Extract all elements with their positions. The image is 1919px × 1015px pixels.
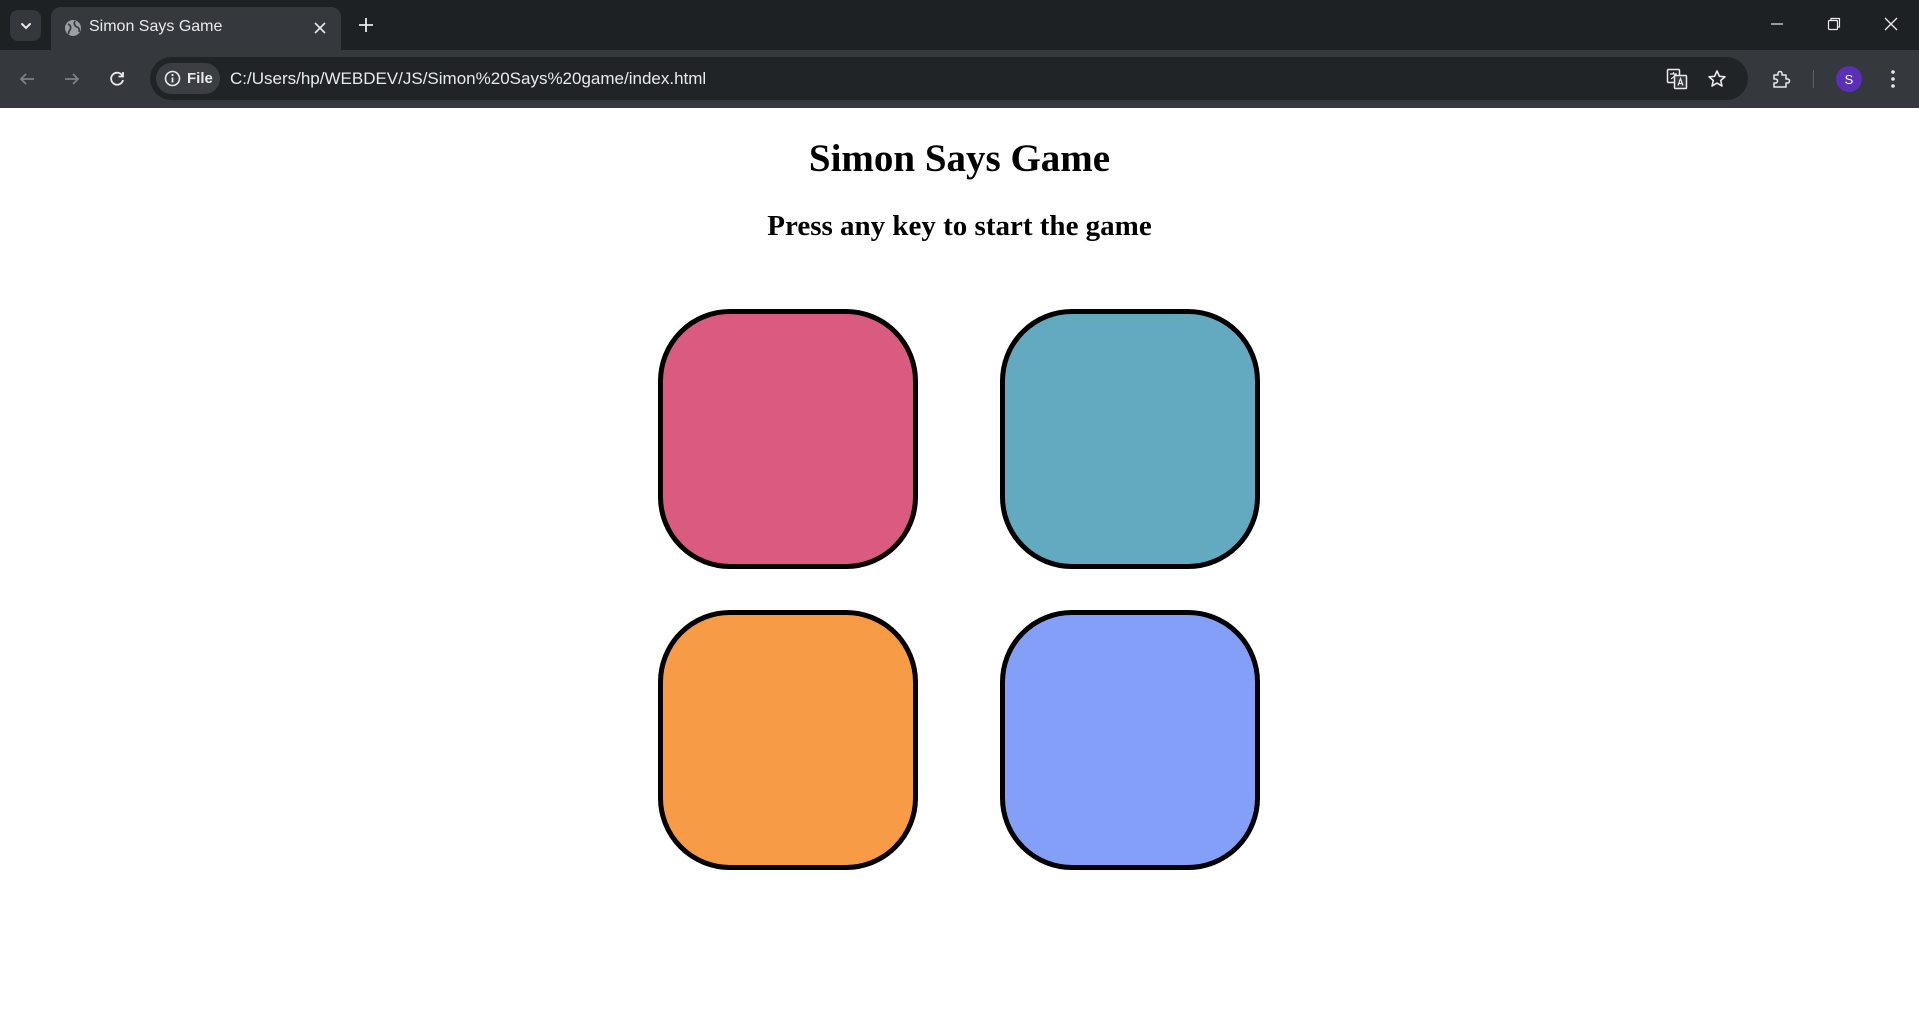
reload-icon bbox=[110, 71, 124, 86]
address-bar[interactable]: File C:/Users/hp/WEBDEV/JS/Simon%20Says%… bbox=[150, 57, 1748, 100]
translate-icon bbox=[1666, 68, 1688, 90]
site-info-label: File bbox=[187, 70, 213, 87]
simon-button-yellow[interactable] bbox=[1000, 309, 1260, 569]
url-text[interactable]: C:/Users/hp/WEBDEV/JS/Simon%20Says%20gam… bbox=[230, 69, 706, 89]
menu-button[interactable] bbox=[1876, 62, 1910, 96]
arrow-right-icon bbox=[65, 73, 80, 85]
simon-button-green[interactable] bbox=[658, 610, 918, 870]
browser-toolbar: File C:/Users/hp/WEBDEV/JS/Simon%20Says%… bbox=[0, 50, 1919, 108]
globe-icon bbox=[65, 20, 81, 36]
page-content: Simon Says Game Press any key to start t… bbox=[0, 108, 1919, 1015]
site-info-chip[interactable]: File bbox=[156, 63, 220, 94]
arrow-left-icon bbox=[19, 73, 34, 85]
translate-button[interactable] bbox=[1663, 65, 1691, 93]
simon-button-red[interactable] bbox=[658, 309, 918, 569]
extensions-button[interactable] bbox=[1764, 62, 1798, 96]
more-vert-icon bbox=[1891, 70, 1895, 88]
tab-close-button[interactable] bbox=[309, 17, 331, 39]
close-window-button[interactable] bbox=[1863, 0, 1919, 48]
minimize-button[interactable] bbox=[1749, 0, 1805, 48]
profile-avatar[interactable]: S bbox=[1836, 66, 1862, 92]
tab-title: Simon Says Game bbox=[89, 18, 223, 35]
forward-button[interactable] bbox=[55, 62, 89, 96]
star-icon bbox=[1708, 70, 1726, 87]
restore-icon bbox=[1827, 17, 1841, 31]
tab-search-button[interactable] bbox=[10, 10, 41, 41]
chevron-down-icon bbox=[20, 22, 31, 29]
simon-button-purple[interactable] bbox=[1000, 610, 1260, 870]
close-icon bbox=[314, 22, 326, 34]
toolbar-divider bbox=[1813, 70, 1814, 88]
game-status-text: Press any key to start the game bbox=[767, 210, 1152, 242]
tab-strip: Simon Says Game bbox=[0, 0, 1919, 50]
active-tab[interactable]: Simon Says Game bbox=[51, 7, 341, 50]
plus-icon bbox=[359, 18, 373, 32]
info-icon bbox=[164, 70, 181, 87]
close-icon bbox=[1884, 17, 1898, 31]
back-button[interactable] bbox=[10, 62, 44, 96]
restore-button[interactable] bbox=[1806, 0, 1862, 48]
puzzle-icon bbox=[1773, 70, 1791, 88]
new-tab-button[interactable] bbox=[352, 11, 380, 39]
bookmark-button[interactable] bbox=[1703, 65, 1731, 93]
reload-button[interactable] bbox=[100, 62, 134, 96]
minimize-icon bbox=[1771, 23, 1783, 25]
page-title: Simon Says Game bbox=[808, 137, 1111, 180]
